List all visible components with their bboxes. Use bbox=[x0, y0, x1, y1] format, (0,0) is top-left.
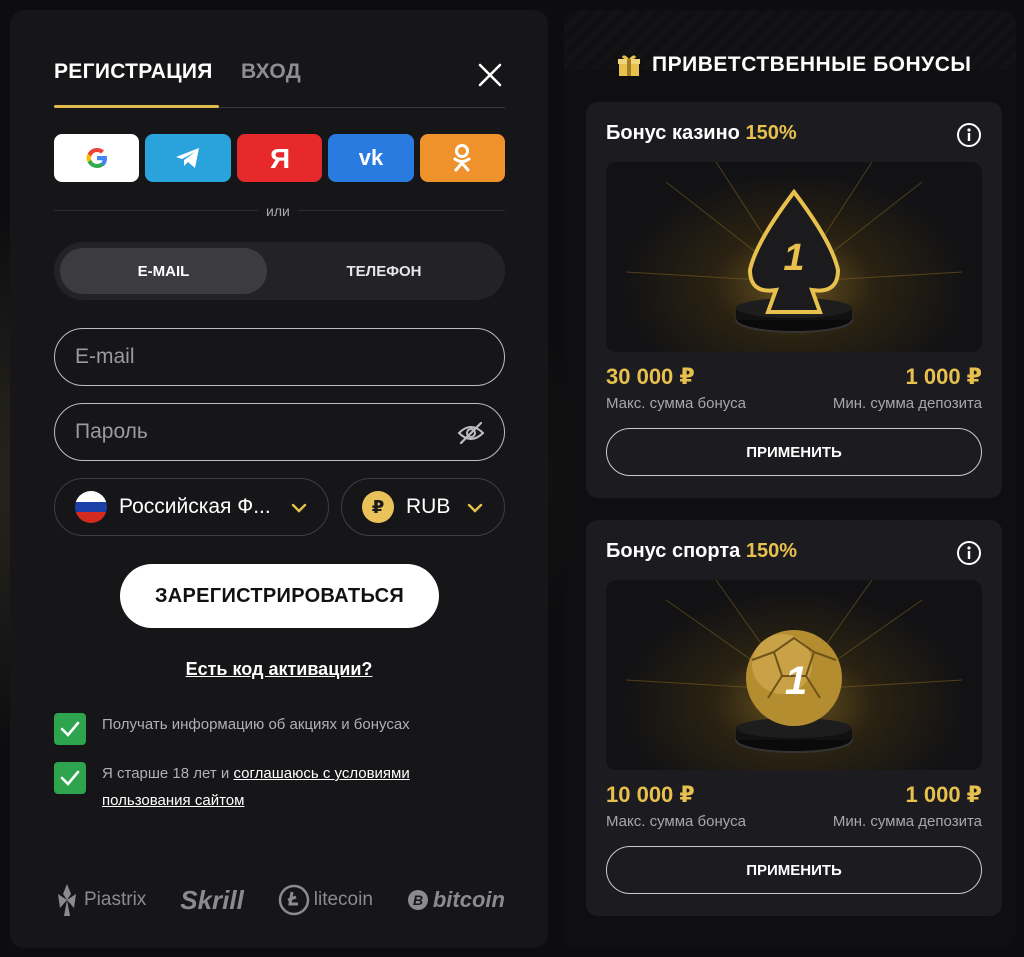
casino-bonus-image: 1 bbox=[606, 162, 982, 352]
close-icon[interactable] bbox=[475, 60, 505, 90]
terms-checkbox[interactable] bbox=[54, 762, 86, 794]
skrill-logo: Skrill bbox=[180, 884, 244, 915]
ball-trophy-icon: 1 bbox=[625, 580, 963, 753]
casino-bonus-title: Бонус казино 150% bbox=[606, 122, 797, 144]
casino-max-amount: 30 000 ₽ bbox=[606, 364, 695, 389]
litecoin-logo: litecoin bbox=[278, 884, 373, 916]
payment-logos: Piastrix Skrill litecoin B bitcoin bbox=[54, 880, 505, 920]
currency-label: RUB bbox=[406, 495, 451, 518]
casino-apply-button[interactable]: ПРИМЕНИТЬ bbox=[606, 428, 982, 476]
method-switcher: E-MAIL ТЕЛЕФОН bbox=[54, 242, 505, 300]
ok-login-button[interactable] bbox=[419, 134, 506, 182]
promo-checkbox-label: Получать информацию об акциях и бонусах bbox=[102, 716, 410, 733]
email-field-wrapper bbox=[54, 328, 505, 386]
checkmark-icon bbox=[60, 721, 80, 737]
casino-min-amount: 1 000 ₽ bbox=[905, 364, 982, 389]
sport-bonus-title: Бонус спорта 150% bbox=[606, 540, 797, 562]
activation-code-link[interactable]: Есть код активации? bbox=[10, 659, 548, 680]
spade-trophy-icon: 1 bbox=[625, 162, 963, 333]
terms-checkbox-label: Я старше 18 лет и соглашаюсь с условиями… bbox=[102, 760, 502, 814]
info-icon[interactable] bbox=[956, 122, 982, 148]
svg-text:vk: vk bbox=[359, 146, 384, 170]
telegram-login-button[interactable] bbox=[145, 134, 231, 182]
bonuses-title: ПРИВЕТСТВЕННЫЕ БОНУСЫ bbox=[652, 53, 972, 76]
country-label: Российская Ф... bbox=[119, 495, 271, 518]
info-icon[interactable] bbox=[956, 540, 982, 566]
active-tab-indicator bbox=[54, 105, 219, 108]
sport-bonus-image: 1 bbox=[606, 580, 982, 770]
casino-min-label: Мин. сумма депозита bbox=[832, 395, 982, 412]
litecoin-icon bbox=[278, 884, 310, 916]
phone-method-tab[interactable]: ТЕЛЕФОН bbox=[279, 248, 489, 294]
sport-apply-button[interactable]: ПРИМЕНИТЬ bbox=[606, 846, 982, 894]
checkmark-icon bbox=[60, 770, 80, 786]
bonuses-header: ПРИВЕТСТВЕННЫЕ БОНУСЫ bbox=[616, 52, 971, 78]
auth-tabs: РЕГИСТРАЦИЯ ВХОД bbox=[54, 60, 505, 108]
ruble-coin-icon: ₽ bbox=[362, 491, 394, 523]
chevron-down-icon bbox=[291, 503, 307, 513]
social-login-row: Я vk bbox=[54, 134, 506, 182]
gift-icon bbox=[618, 55, 640, 76]
sport-bonus-card: Бонус спорта 150% 1 10 000 ₽ 1 000 ₽ Мак… bbox=[586, 520, 1002, 916]
currency-select[interactable]: ₽ RUB bbox=[341, 478, 505, 536]
bitcoin-logo: B bitcoin bbox=[407, 887, 505, 913]
vk-icon: vk bbox=[359, 146, 384, 170]
casino-bonus-card: Бонус казино 150% 1 30 000 ₽ 1 000 ₽ Мак… bbox=[586, 102, 1002, 498]
registration-panel: РЕГИСТРАЦИЯ ВХОД Я vk или E-MAIL ТЕЛЕФОН… bbox=[10, 10, 548, 948]
password-field-wrapper bbox=[54, 403, 505, 461]
tab-login[interactable]: ВХОД bbox=[241, 60, 301, 84]
country-select[interactable]: Российская Ф... bbox=[54, 478, 329, 536]
chevron-down-icon bbox=[467, 503, 483, 513]
eye-off-icon[interactable] bbox=[456, 418, 486, 448]
email-method-tab[interactable]: E-MAIL bbox=[60, 248, 267, 294]
vk-login-button[interactable]: vk bbox=[328, 134, 414, 182]
terms-prefix: Я старше 18 лет и bbox=[102, 765, 234, 782]
bonuses-panel: ПРИВЕТСТВЕННЫЕ БОНУСЫ Бонус казино 150% … bbox=[564, 10, 1016, 948]
google-login-button[interactable] bbox=[54, 134, 140, 182]
yandex-icon: Я bbox=[269, 144, 289, 172]
sport-max-amount: 10 000 ₽ bbox=[606, 782, 695, 807]
promo-checkbox[interactable] bbox=[54, 713, 86, 745]
ok-icon bbox=[453, 144, 471, 172]
piastrix-icon bbox=[58, 884, 76, 916]
svg-text:Я: Я bbox=[269, 144, 289, 172]
yandex-login-button[interactable]: Я bbox=[236, 134, 323, 182]
casino-max-label: Макс. сумма бонуса bbox=[606, 395, 746, 412]
sport-min-amount: 1 000 ₽ bbox=[905, 782, 982, 807]
telegram-icon bbox=[176, 148, 200, 168]
svg-text:B: B bbox=[413, 892, 423, 908]
bitcoin-icon: B bbox=[407, 890, 428, 910]
tab-register[interactable]: РЕГИСТРАЦИЯ bbox=[54, 60, 213, 84]
russia-flag-icon bbox=[75, 491, 107, 523]
sport-bonus-percent: 150% bbox=[745, 540, 797, 562]
register-button[interactable]: ЗАРЕГИСТРИРОВАТЬСЯ bbox=[120, 564, 439, 628]
password-field[interactable] bbox=[75, 420, 435, 444]
casino-bonus-percent: 150% bbox=[745, 122, 797, 144]
google-icon bbox=[86, 148, 107, 168]
svg-text:1: 1 bbox=[783, 237, 804, 279]
svg-text:1: 1 bbox=[785, 659, 807, 703]
or-label: или bbox=[258, 203, 298, 219]
sport-max-label: Макс. сумма бонуса bbox=[606, 813, 746, 830]
sport-min-label: Мин. сумма депозита bbox=[832, 813, 982, 830]
piastrix-logo: Piastrix bbox=[54, 882, 146, 918]
email-field[interactable] bbox=[75, 345, 435, 369]
